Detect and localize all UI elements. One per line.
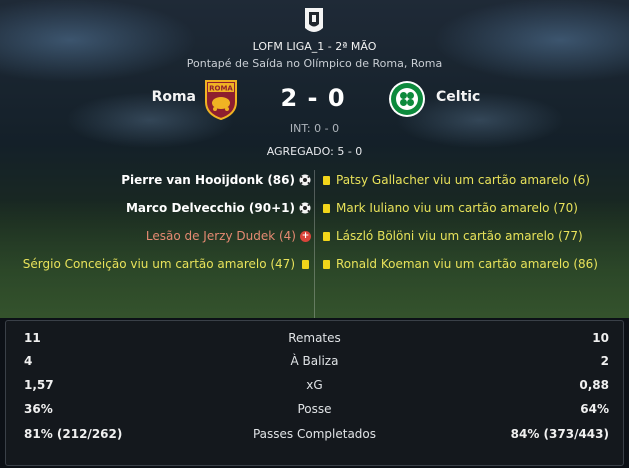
injury-cross-icon: + bbox=[300, 230, 311, 242]
stat-label: À Baliza bbox=[290, 354, 339, 368]
away-event-yellow-card[interactable]: Mark Iuliano viu um cartão amarelo (70) bbox=[323, 200, 578, 216]
yellow-card-icon bbox=[323, 175, 330, 185]
stat-row-shots[interactable]: 11 Remates 10 bbox=[6, 329, 623, 347]
home-event-yellow-card[interactable]: Sérgio Conceição viu um cartão amarelo (… bbox=[23, 256, 311, 272]
stat-away-value: 0,88 bbox=[579, 378, 609, 392]
home-team-name[interactable]: Roma bbox=[152, 89, 196, 105]
yellow-card-icon bbox=[301, 259, 309, 269]
svg-text:ROMA: ROMA bbox=[209, 85, 233, 93]
aggregate-score: AGREGADO: 5 - 0 bbox=[266, 145, 363, 158]
roma-crest-icon[interactable]: ROMA bbox=[203, 78, 239, 120]
stat-row-on-target[interactable]: 4 À Baliza 2 bbox=[6, 352, 623, 370]
stat-away-value: 64% bbox=[580, 402, 609, 416]
match-stats-panel: 11 Remates 10 4 À Baliza 2 1,57 xG 0,88 … bbox=[5, 320, 624, 466]
event-text: Mark Iuliano viu um cartão amarelo (70) bbox=[336, 201, 578, 215]
away-team-name[interactable]: Celtic bbox=[436, 89, 480, 105]
yellow-card-icon bbox=[323, 203, 330, 213]
home-event-goal[interactable]: Marco Delvecchio (90+1) bbox=[126, 200, 311, 216]
away-event-yellow-card[interactable]: Ronald Koeman viu um cartão amarelo (86) bbox=[323, 256, 598, 272]
away-event-yellow-card[interactable]: László Bölöni viu um cartão amarelo (77) bbox=[323, 228, 583, 244]
event-text: Marco Delvecchio (90+1) bbox=[125, 201, 295, 215]
competition-trophy-icon bbox=[305, 8, 323, 32]
event-text: Sérgio Conceição viu um cartão amarelo (… bbox=[22, 257, 295, 271]
half-time-score: INT: 0 - 0 bbox=[289, 122, 340, 135]
event-text: Lesão de Jerzy Dudek (4) bbox=[145, 229, 296, 243]
celtic-crest-icon[interactable] bbox=[388, 80, 426, 118]
event-text: Patsy Gallacher viu um cartão amarelo (6… bbox=[336, 173, 590, 187]
stat-label: xG bbox=[306, 378, 323, 392]
home-event-goal[interactable]: Pierre van Hooijdonk (86) bbox=[121, 172, 311, 188]
event-text: Ronald Koeman viu um cartão amarelo (86) bbox=[336, 257, 598, 271]
stat-label: Posse bbox=[297, 402, 332, 416]
stat-row-passes[interactable]: 81% (212/262) Passes Completados 84% (37… bbox=[6, 425, 623, 443]
event-text: Pierre van Hooijdonk (86) bbox=[121, 173, 295, 187]
venue-text: Pontapé de Saída no Olímpico de Roma, Ro… bbox=[186, 57, 443, 70]
stat-row-possession[interactable]: 36% Posse 64% bbox=[6, 400, 623, 418]
competition-title: LOFM LIGA_1 - 2ª MÃO bbox=[252, 40, 377, 53]
goal-ball-icon bbox=[299, 174, 311, 186]
yellow-card-icon bbox=[323, 259, 330, 269]
event-text: László Bölöni viu um cartão amarelo (77) bbox=[336, 229, 583, 243]
stat-away-value: 84% (373/443) bbox=[510, 427, 609, 441]
yellow-card-icon bbox=[323, 231, 330, 241]
goal-ball-icon bbox=[299, 202, 311, 214]
final-score: 2 - 0 bbox=[280, 84, 346, 112]
stat-row-xg[interactable]: 1,57 xG 0,88 bbox=[6, 376, 623, 394]
card-slot bbox=[299, 259, 311, 269]
stat-label: Remates bbox=[288, 331, 341, 345]
stat-away-value: 10 bbox=[592, 331, 609, 345]
away-event-yellow-card[interactable]: Patsy Gallacher viu um cartão amarelo (6… bbox=[323, 172, 590, 188]
home-event-injury[interactable]: Lesão de Jerzy Dudek (4) + bbox=[146, 228, 311, 244]
stat-away-value: 2 bbox=[600, 354, 609, 368]
events-divider bbox=[314, 170, 315, 318]
